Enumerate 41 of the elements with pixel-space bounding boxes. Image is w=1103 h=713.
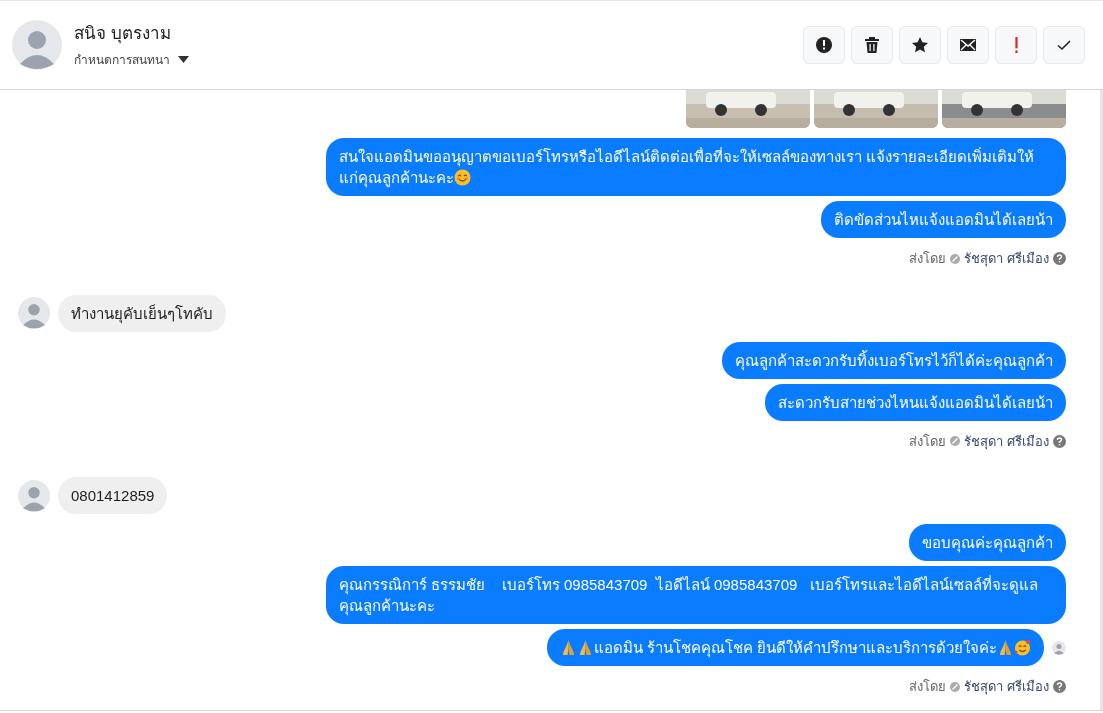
message-bubble: แอดมิน ร้านโชคคุณโชค ยินดีให้คำปรึกษาและบริการด้วยใจค่ะ: [546, 629, 1044, 666]
sent-by-label: ส่งโดย: [909, 250, 947, 268]
sent-by-label: ส่งโดย: [909, 678, 947, 696]
avatar-icon: [12, 20, 62, 70]
help-icon[interactable]: [1053, 434, 1066, 448]
star-icon: [911, 36, 929, 54]
message-bubble: คุณกรรณิการ์ ธรรมชัย เบอร์โทร 0985843709 ไอดีไลน์ 0985843709 เบอร์โทรและไอดีไลน์เซลล์ที่จะดูแลคุณลูกค้านะคะ: [326, 566, 1066, 624]
star-button[interactable]: [899, 26, 941, 64]
exclamation-icon: [1014, 37, 1018, 53]
exclamation-button[interactable]: [995, 26, 1037, 64]
smiling-face-icon: [454, 169, 471, 186]
contact-name: สนิจ บุตรงาม: [74, 23, 172, 46]
alert-button[interactable]: [803, 26, 845, 64]
message-bubble: สะดวกรับสายช่วงไหนแจ้งแอดมินได้เลยน้า: [765, 383, 1066, 421]
caret-icon: [178, 56, 189, 64]
message-bubble: ทำงานยุคับเย็นๆโทคับ: [58, 294, 226, 332]
message-bubble: ติดขัดส่วนไหแจ้งแอดมินได้เลยน้า: [821, 201, 1066, 238]
face-with-hearts-icon: [1014, 639, 1031, 656]
envelope-button[interactable]: [947, 26, 989, 64]
blocked-icon: [950, 253, 961, 264]
help-icon[interactable]: [1053, 680, 1066, 694]
trash-icon: [863, 36, 881, 54]
message-bubble: 0801412859: [58, 477, 168, 514]
agent-name: รัชสุดา ศรีเมือง: [964, 678, 1049, 697]
trash-button[interactable]: [851, 26, 893, 64]
message-bubble: คุณลูกค้าสะดวกรับทิ้งเบอร์โทรไว้ก็ได้ค่ะคุณลูกค้า: [722, 341, 1066, 379]
praying-hands-icon: [997, 639, 1014, 656]
message-bubble: สนใจแอดมินขออนุญาตขอเบอร์โทรหรือไอดีไลน์ติดต่อเพื่อที่จะให้เซลล์ของทางเรา แจ้งรายละเอียดเพิ่มเติมให้แก่คุณลูกค้านะคะ: [326, 138, 1066, 196]
agent-name: รัชสุดา ศรีเมือง: [964, 250, 1049, 269]
checkmark-button[interactable]: [1043, 26, 1085, 64]
avatar-icon: [18, 297, 50, 329]
conversation-menu[interactable]: กำหนดการสนทนา: [74, 50, 189, 69]
help-icon[interactable]: [1053, 252, 1066, 266]
agent-name: รัชสุดา ศรีเมือง: [964, 432, 1049, 451]
alert-icon: [815, 36, 833, 54]
blocked-icon: [950, 681, 961, 692]
sent-by-label: ส่งโดย: [909, 432, 947, 451]
blocked-icon: [950, 436, 961, 447]
envelope-icon: [959, 36, 977, 54]
message-bubble: ขอบคุณค่ะคุณลูกค้า: [909, 524, 1066, 561]
avatar-icon: [18, 479, 50, 512]
